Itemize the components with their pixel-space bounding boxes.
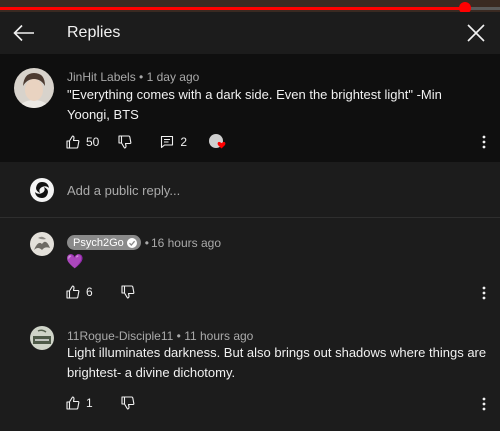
channel-name-badge[interactable]: Psych2Go [67,235,141,250]
avatar[interactable] [30,232,54,256]
video-progress-bar[interactable] [0,2,500,14]
dislike-button[interactable] [118,135,132,149]
close-button[interactable] [462,19,490,47]
more-options-button[interactable] [474,132,494,152]
add-reply-row[interactable]: Add a public reply... [0,162,500,218]
avatar-image [14,68,54,108]
like-button[interactable]: 1 [66,396,93,410]
comment-text: "Everything comes with a dark side. Even… [67,87,442,122]
avatar[interactable] [30,326,54,350]
page-title: Replies [67,24,121,41]
creator-avatar [209,134,226,150]
avatar-image [30,326,54,350]
reply-meta: Psych2Go • 16 hours ago [67,235,221,250]
close-icon [467,24,485,42]
reply-meta: 11Rogue-Disciple11 • 11 hours ago [67,329,253,343]
thumbs-down-icon [121,396,135,410]
comment-icon [161,135,174,149]
avatar[interactable] [14,68,54,108]
comment-actions: 50 2 [66,134,226,150]
thumbs-up-icon [66,285,80,299]
reply-count-button[interactable]: 2 [160,135,187,149]
avatar-image [30,232,54,256]
like-count: 50 [86,135,100,149]
more-options-button[interactable] [474,394,494,414]
comment-meta: JinHit Labels • 1 day ago [67,70,199,84]
arrow-left-icon [13,24,34,42]
like-button[interactable]: 6 [66,285,93,299]
thumbs-down-icon [121,285,135,299]
creator-heart-badge [209,134,226,150]
meta-separator: • [144,235,149,250]
divider [0,217,500,218]
heart-icon [217,141,226,149]
thumbs-down-icon [118,135,132,149]
swirl-logo-icon [35,182,49,198]
reply-time: 16 hours ago [150,235,222,250]
reply-time: 11 hours ago [184,329,254,343]
thumbs-up-icon [66,135,80,149]
more-options-button[interactable] [474,283,494,303]
add-reply-input[interactable]: Add a public reply... [67,183,180,198]
parent-comment: JinHit Labels • 1 day ago "Everything co… [0,54,500,162]
reply-actions: 1 [66,396,135,410]
video-progress-fill [0,7,465,10]
like-count: 6 [86,285,93,299]
thumbs-up-icon [66,396,80,410]
replies-header: Replies [0,12,500,54]
verified-icon [126,237,137,248]
more-vert-icon [482,286,486,300]
back-button[interactable] [10,19,38,47]
more-vert-icon [482,397,486,411]
more-vert-icon [482,135,486,149]
reply-text: 💜 [66,253,84,269]
dislike-button[interactable] [121,285,135,299]
reply-author[interactable]: 11Rogue-Disciple11 [67,329,173,343]
meta-separator: • [139,70,147,84]
comment-author[interactable]: JinHit Labels [67,70,136,84]
dislike-button[interactable] [121,396,135,410]
reply-text: Light illuminates darkness. But also bri… [67,345,487,380]
video-progress-area [0,0,500,12]
reply-actions: 6 [66,285,135,299]
user-avatar [30,178,54,202]
comment-time: 1 day ago [146,70,200,84]
reply-count: 2 [180,135,188,149]
reply-author: Psych2Go [73,236,124,249]
like-count: 1 [86,396,93,410]
like-button[interactable]: 50 [66,135,99,149]
